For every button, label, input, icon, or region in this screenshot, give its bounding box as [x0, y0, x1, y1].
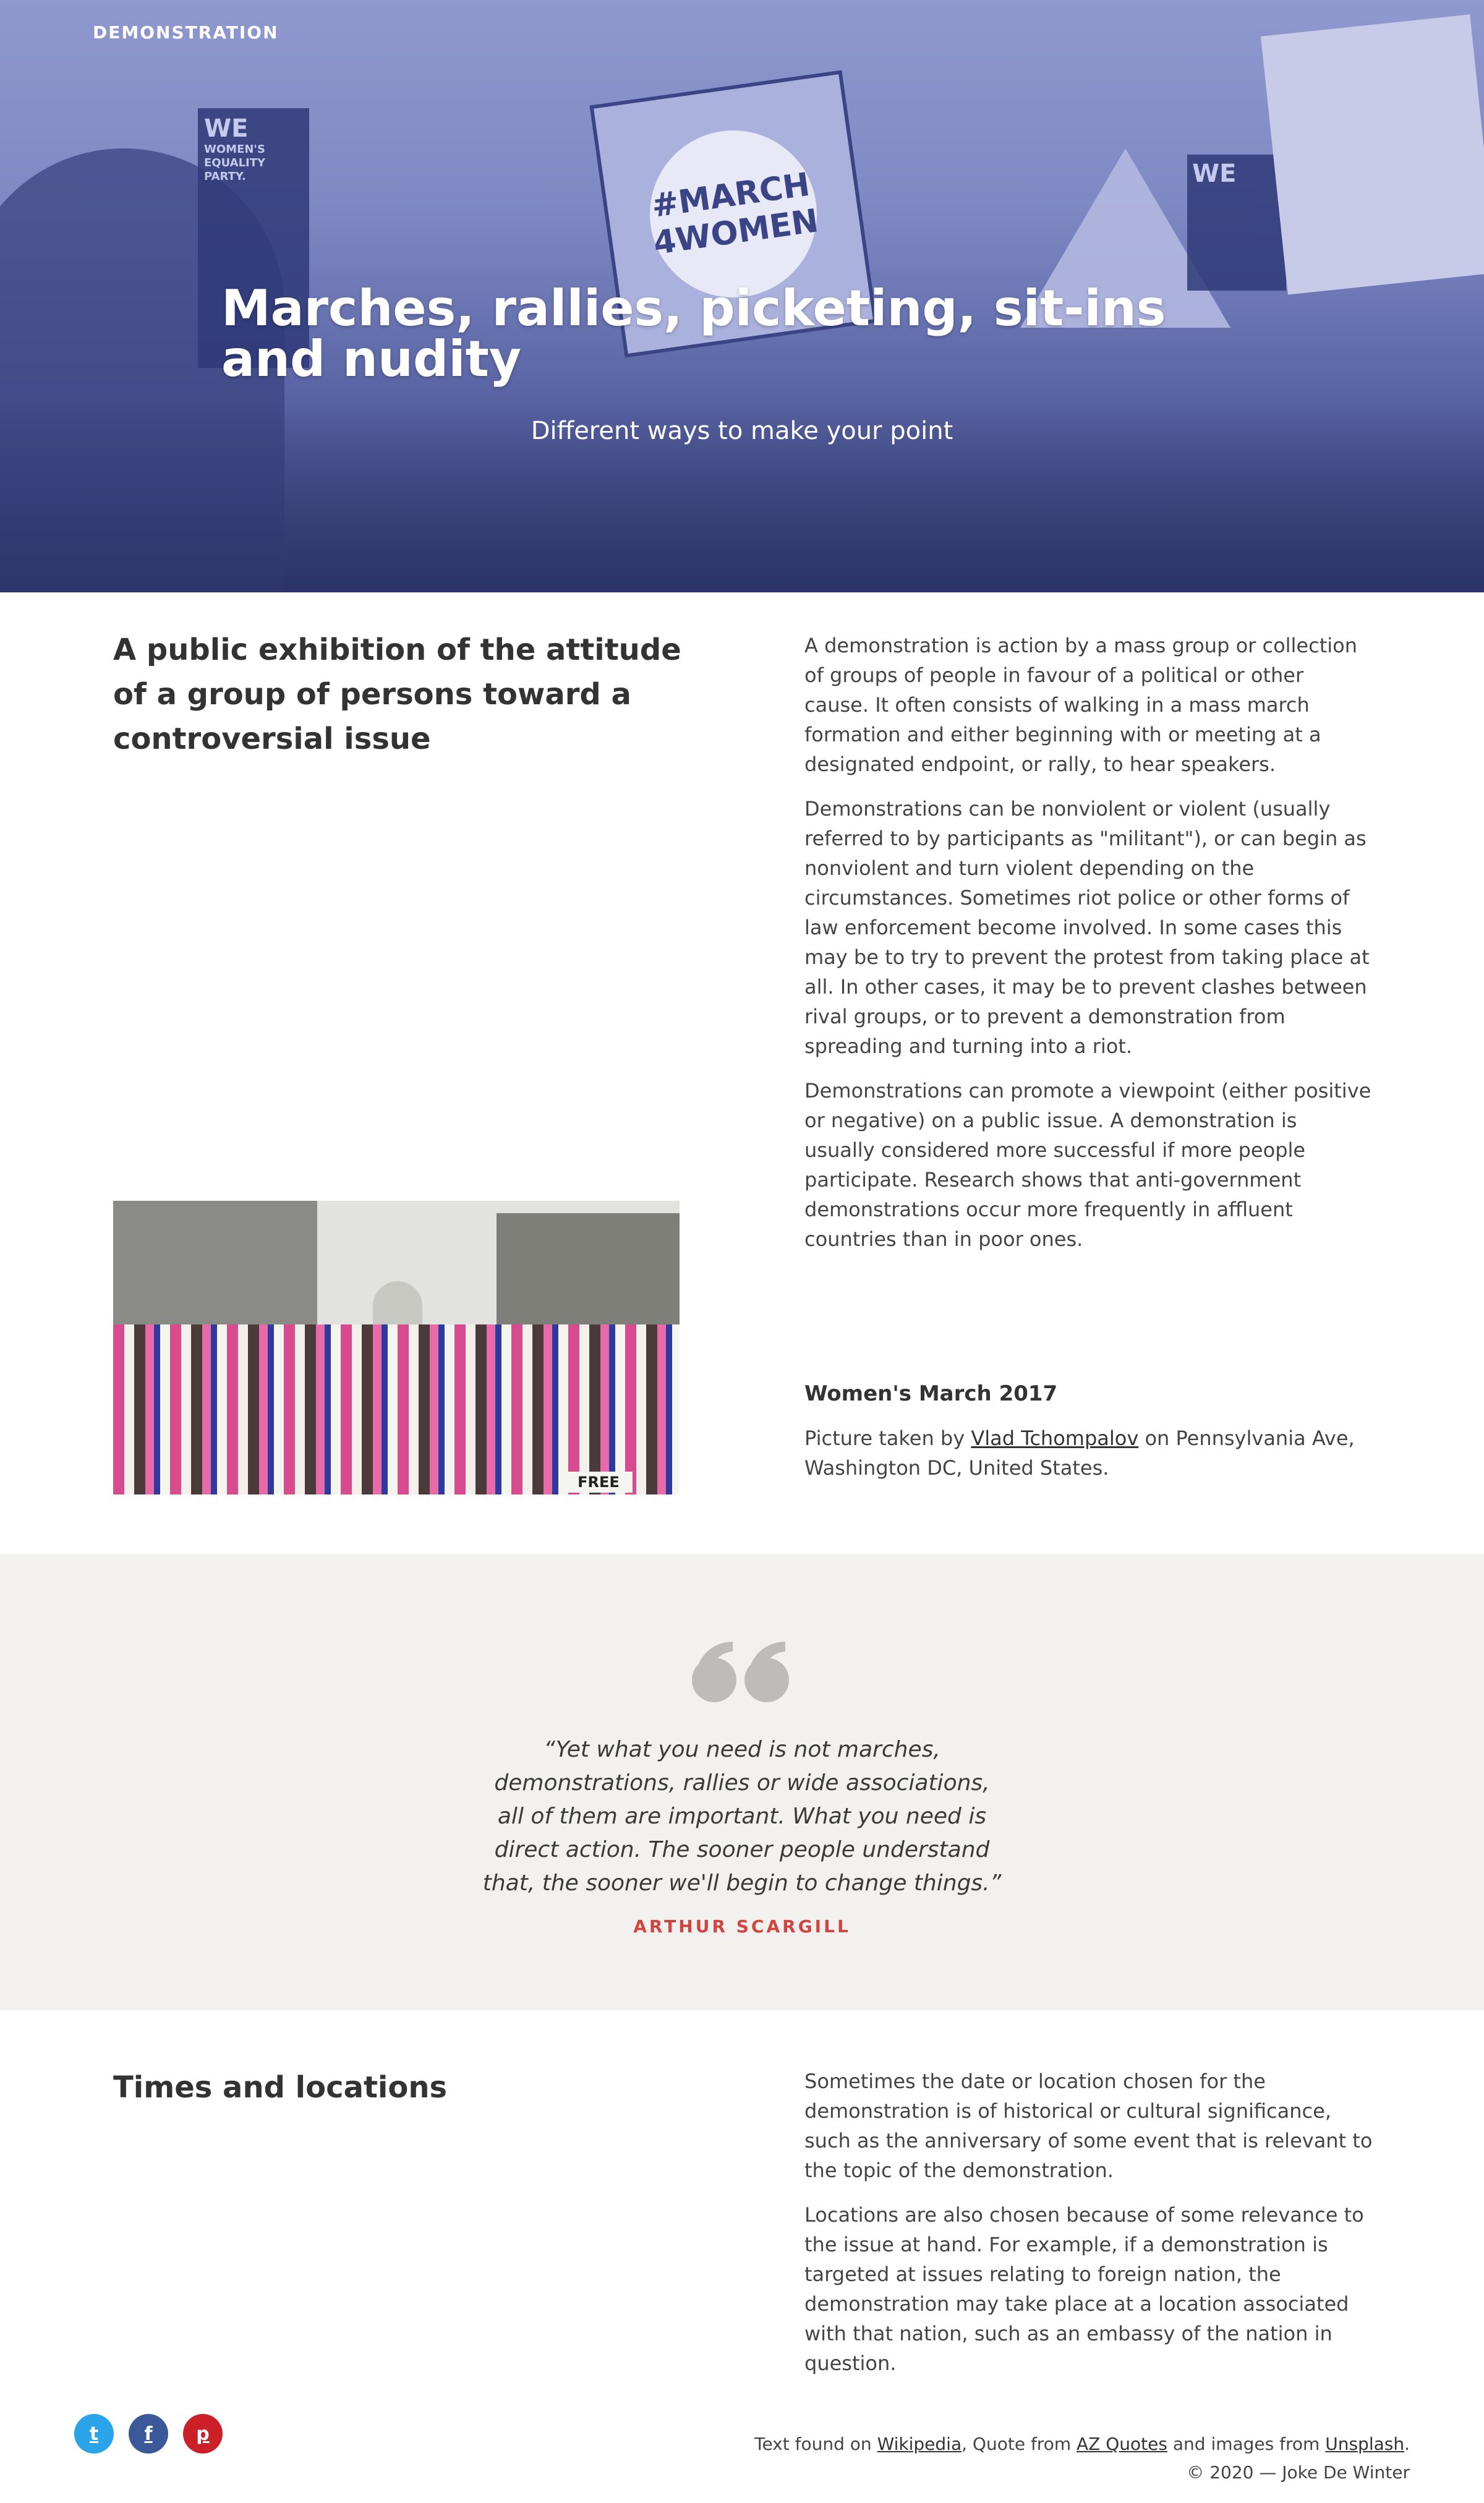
intro-paragraph: Demonstrations can promote a viewpoint (…	[804, 1079, 1371, 1251]
unsplash-link[interactable]: Unsplash	[1325, 2434, 1404, 2454]
facebook-icon[interactable]: f	[129, 2414, 168, 2454]
quote-text: “Yet what you need is not marches, demon…	[482, 1737, 1002, 1896]
wikipedia-link[interactable]: Wikipedia	[877, 2434, 962, 2454]
times-paragraph: Sometimes the date or location chosen fo…	[804, 2070, 1373, 2182]
photo-crowd	[113, 1324, 680, 1495]
protest-sign-right: WE	[1187, 155, 1286, 291]
photographer-link[interactable]: Vlad Tchompalov	[971, 1426, 1138, 1450]
photo-caption-title: Women's March 2017	[804, 1381, 1058, 1406]
photo-sign-free: FREE	[565, 1472, 633, 1493]
site-brand[interactable]: DEMONSTRATION	[93, 22, 279, 43]
twitter-icon[interactable]: t	[74, 2414, 114, 2454]
hero-banner: WE WOMEN'S EQUALITY PARTY. #MARCH 4WOMEN…	[0, 0, 1484, 592]
pinterest-icon[interactable]: p	[183, 2414, 223, 2454]
photo-caption: Picture taken by Vlad Tchompalov on Penn…	[804, 1423, 1361, 1483]
quote-author: ARTHUR SCARGILL	[633, 1916, 851, 1937]
times-heading: Times and locations	[113, 2070, 448, 2105]
intro-paragraph: Demonstrations can be nonviolent or viol…	[804, 797, 1370, 1058]
intro-body: A demonstration is action by a mass grou…	[804, 631, 1373, 1269]
credits-text: Text found on	[754, 2434, 877, 2454]
photo-capitol	[373, 1281, 422, 1324]
hero-subtitle: Different ways to make your point	[531, 417, 953, 445]
quote-section: “Yet what you need is not marches, demon…	[0, 1554, 1484, 2010]
credits-text: and images from	[1167, 2434, 1326, 2454]
protest-sign-blank	[1260, 14, 1484, 295]
hero-title: Marches, rallies, picketing, sit-ins and…	[221, 279, 1166, 388]
intro-paragraph: A demonstration is action by a mass grou…	[804, 634, 1357, 776]
credits-text: .	[1404, 2434, 1410, 2454]
quote-mark-icon	[692, 1642, 789, 1702]
womens-march-photo: FREE	[113, 1201, 680, 1495]
credits-text: , Quote from	[962, 2434, 1077, 2454]
credits-line: Text found on Wikipedia, Quote from AZ Q…	[754, 2430, 1410, 2458]
footer-credits: Text found on Wikipedia, Quote from AZ Q…	[754, 2430, 1410, 2487]
times-body: Sometimes the date or location chosen fo…	[804, 2066, 1373, 2393]
azquotes-link[interactable]: AZ Quotes	[1077, 2434, 1167, 2454]
intro-heading: A public exhibition of the attitude of a…	[113, 633, 681, 756]
copyright: © 2020 — Joke De Winter	[1187, 2462, 1410, 2483]
times-paragraph: Locations are also chosen because of som…	[804, 2203, 1364, 2375]
caption-text: Picture taken by	[804, 1426, 971, 1450]
